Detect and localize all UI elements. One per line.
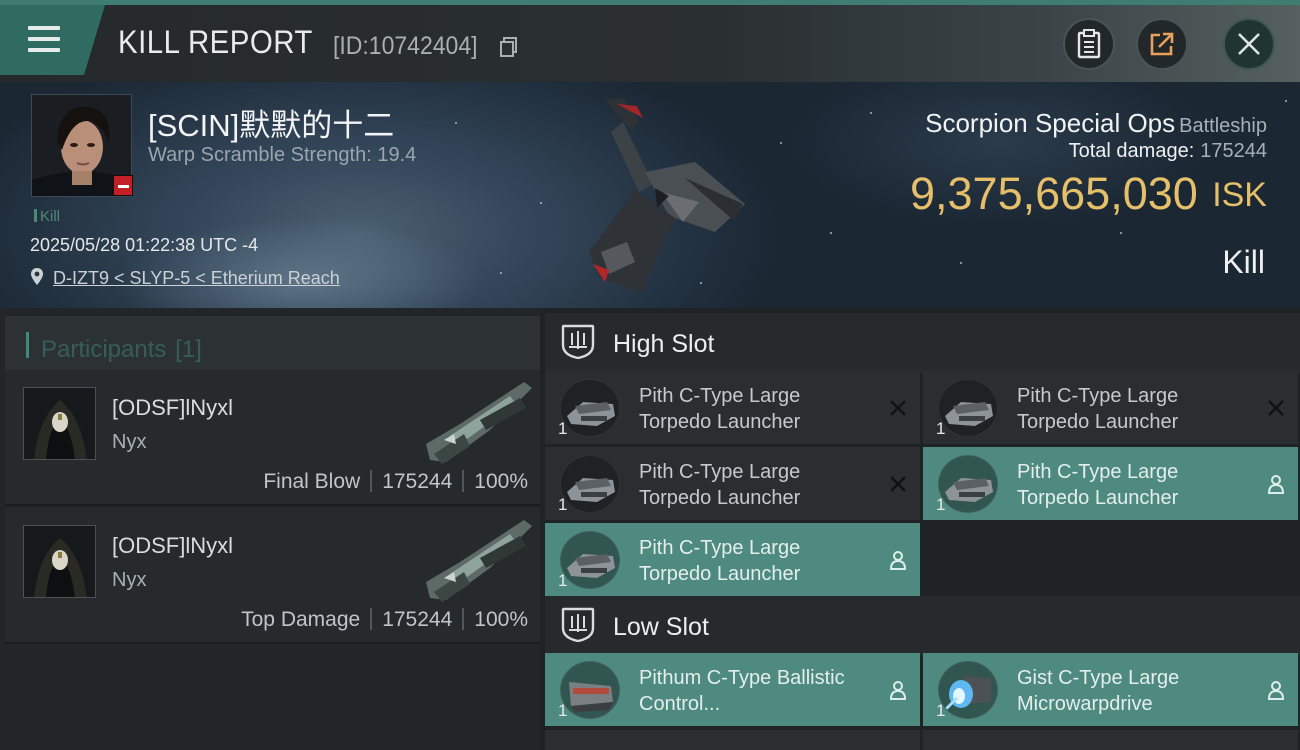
isk-unit: ISK xyxy=(1212,176,1267,214)
module-quantity: 1 xyxy=(558,419,568,438)
participants-count: [1] xyxy=(175,336,202,363)
warp-scramble-strength: Warp Scramble Strength: 19.4 xyxy=(148,144,417,166)
person-icon xyxy=(1267,475,1285,494)
kill-summary-banner: [SCIN]默默的十二 Warp Scramble Strength: 19.4… xyxy=(0,82,1300,308)
participant-stats: Final Blow 175244 100% xyxy=(263,470,528,494)
participant-damage: 175244 xyxy=(382,470,453,493)
participant-ship: Nyx xyxy=(112,569,147,591)
ballistic-control-icon xyxy=(560,661,620,719)
page-title: KILL REPORT xyxy=(118,24,313,60)
module-quantity: 1 xyxy=(936,701,946,720)
x-icon xyxy=(890,476,906,492)
participant-avatar xyxy=(23,387,96,460)
close-button[interactable] xyxy=(1223,18,1275,70)
clipboard-button[interactable] xyxy=(1063,18,1115,70)
module-name: Gist C-Type Large Microwarpdrive xyxy=(1017,667,1180,715)
high-slot-header: High Slot xyxy=(545,313,1300,373)
participant-stats: Top Damage 175244 100% xyxy=(241,608,528,632)
participant-avatar xyxy=(23,525,96,598)
participant-percent: 100% xyxy=(474,470,528,493)
module-quantity: 1 xyxy=(558,571,568,590)
ship-class: Battleship xyxy=(1179,115,1267,137)
torpedo-launcher-icon xyxy=(560,531,620,589)
torpedo-launcher-icon xyxy=(938,455,998,513)
module-item[interactable]: 1 Pithum C-Type Ballistic Control... xyxy=(545,653,920,726)
corp-badge xyxy=(113,175,133,196)
low-slot-title: Low Slot xyxy=(613,613,709,641)
x-icon xyxy=(1268,400,1284,416)
participant-row[interactable]: [ODSF]lNyxl Nyx Top Damage 175244 100% xyxy=(5,508,540,644)
microwarpdrive-icon xyxy=(938,661,998,719)
x-icon xyxy=(890,400,906,416)
module-item[interactable]: 1 Pith C-Type Large Torpedo Launcher xyxy=(923,371,1298,444)
participant-ship-image xyxy=(426,520,532,602)
module-name: Pith C-Type Large Torpedo Launcher xyxy=(639,461,801,509)
kill-datetime: 2025/05/28 01:22:38 UTC -4 xyxy=(30,235,259,255)
shield-slot-icon xyxy=(561,607,595,642)
module-item-partial[interactable] xyxy=(545,730,920,750)
module-item[interactable]: 1 Gist C-Type Large Microwarpdrive xyxy=(923,653,1298,726)
participant-row[interactable]: [ODSF]lNyxl Nyx Final Blow 175244 100% xyxy=(5,370,540,506)
person-icon xyxy=(889,681,907,700)
module-item[interactable]: 1 Pith C-Type Large Torpedo Launcher xyxy=(545,523,920,596)
module-name: Pith C-Type Large Torpedo Launcher xyxy=(1017,461,1179,509)
participant-role: Final Blow xyxy=(263,470,361,493)
ship-name-text: Scorpion Special Ops xyxy=(925,108,1176,138)
kill-tag-label: Kill xyxy=(40,208,61,225)
module-quantity: 1 xyxy=(936,495,946,514)
clipboard-icon xyxy=(1077,29,1101,59)
victim-ship-image xyxy=(589,98,745,292)
module-name: Pith C-Type Large Torpedo Launcher xyxy=(639,385,801,433)
high-slot-title: High Slot xyxy=(613,330,715,358)
module-item-partial[interactable] xyxy=(923,730,1298,750)
participant-damage: 175244 xyxy=(382,608,453,631)
participants-header: Participants [1] xyxy=(5,316,540,374)
share-button[interactable] xyxy=(1136,18,1188,70)
participant-role: Top Damage xyxy=(241,608,361,631)
torpedo-launcher-icon xyxy=(560,455,620,513)
total-damage-label: Total damage: xyxy=(1068,140,1195,162)
fitting-panel: High Slot 1 Pith C-Type Large Torpedo La… xyxy=(540,308,1300,750)
copy-icon[interactable] xyxy=(500,37,518,57)
participant-ship-image xyxy=(426,382,532,464)
torpedo-launcher-icon xyxy=(560,379,620,437)
module-item[interactable]: 1 Pith C-Type Large Torpedo Launcher xyxy=(923,447,1298,520)
torpedo-launcher-icon xyxy=(938,379,998,437)
map-pin-icon xyxy=(31,268,43,285)
module-name: Pith C-Type Large Torpedo Launcher xyxy=(1017,385,1179,433)
participant-name[interactable]: [ODSF]lNyxl xyxy=(112,395,233,421)
location-link[interactable]: D-IZT9 < SLYP-5 < Etherium Reach xyxy=(53,268,340,289)
participants-label: Participants xyxy=(41,336,167,363)
isk-value: 9,375,665,030 xyxy=(910,168,1198,219)
participant-percent: 100% xyxy=(474,608,528,631)
participants-empty-area xyxy=(5,645,540,750)
module-item[interactable]: 1 Pith C-Type Large Torpedo Launcher xyxy=(545,447,920,520)
total-damage: Total damage: 175244 xyxy=(1069,140,1267,163)
total-damage-value: 175244 xyxy=(1200,140,1267,162)
module-item[interactable]: 1 Pith C-Type Large Torpedo Launcher xyxy=(545,371,920,444)
module-quantity: 1 xyxy=(558,495,568,514)
participant-ship: Nyx xyxy=(112,431,147,453)
module-name: Pith C-Type Large Torpedo Launcher xyxy=(639,537,801,585)
ship-name: Scorpion Special Ops Battleship xyxy=(925,108,1267,139)
kill-result-label: Kill xyxy=(1222,244,1265,280)
module-quantity: 1 xyxy=(936,419,946,438)
module-quantity: 1 xyxy=(558,701,568,720)
participants-panel: Participants [1] [ODSF]lNyxl Nyx Final B… xyxy=(0,308,540,750)
person-icon xyxy=(1267,681,1285,700)
low-slot-header: Low Slot xyxy=(545,596,1300,656)
person-icon xyxy=(889,551,907,570)
report-id: [ID:10742404] xyxy=(333,32,478,60)
victim-name[interactable]: [SCIN]默默的十二 xyxy=(148,100,394,145)
participant-name[interactable]: [ODSF]lNyxl xyxy=(112,533,233,559)
kill-tag: Kill xyxy=(34,208,60,225)
close-icon xyxy=(1238,33,1260,55)
shield-slot-icon xyxy=(561,324,595,359)
module-name: Pithum C-Type Ballistic Control... xyxy=(639,667,845,715)
share-icon xyxy=(1150,32,1174,56)
